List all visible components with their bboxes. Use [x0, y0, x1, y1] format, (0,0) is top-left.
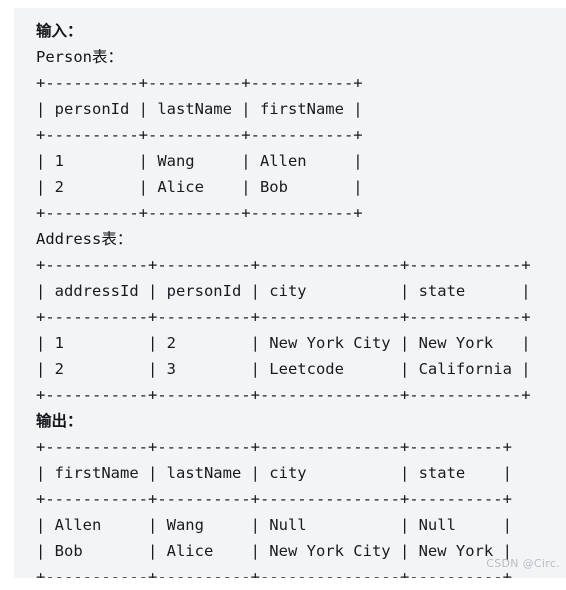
output-heading: 输出： [36, 412, 83, 430]
watermark-text: CSDN @Circ. [486, 557, 560, 570]
address-table-label: Address表： [36, 230, 133, 248]
code-block: 输入： Person表： +----------+----------+----… [14, 8, 566, 578]
input-heading: 输入： [36, 22, 83, 40]
person-table-label: Person表： [36, 48, 123, 66]
address-table: +-----------+----------+---------------+… [36, 256, 531, 404]
person-table: +----------+----------+-----------+ | pe… [36, 74, 363, 222]
